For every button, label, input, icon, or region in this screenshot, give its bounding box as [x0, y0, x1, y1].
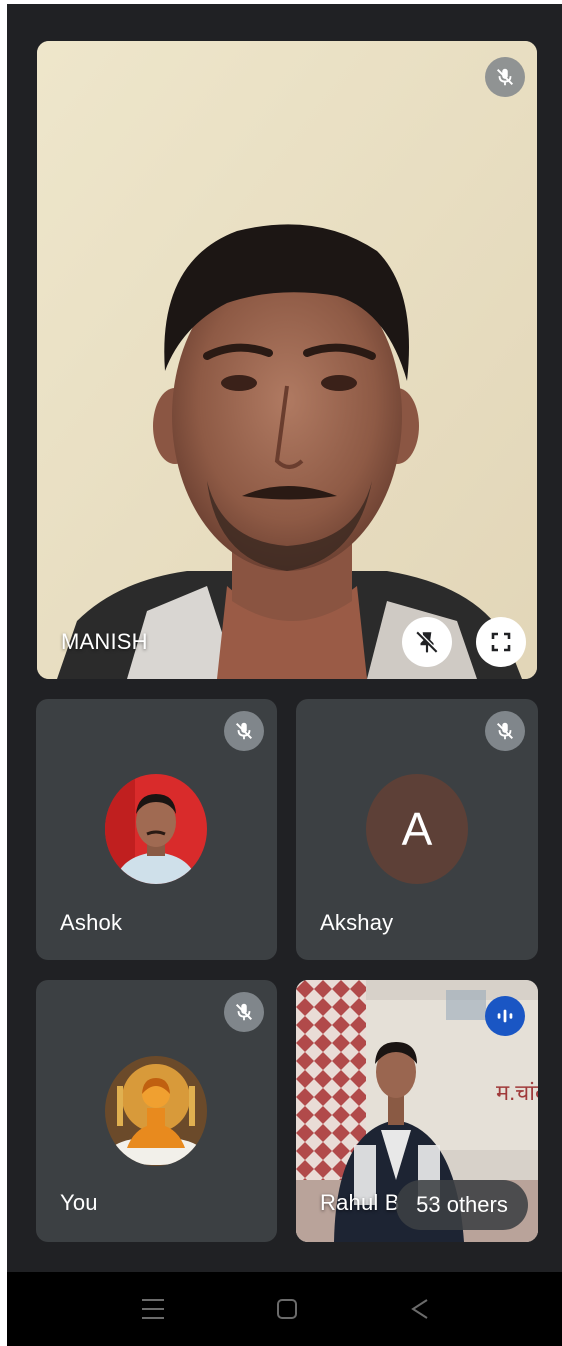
menu-icon [142, 1299, 164, 1319]
participant-tile[interactable]: A Akshay [296, 699, 538, 960]
main-participant-name: MANISH [61, 629, 148, 654]
avatar [105, 774, 207, 884]
mic-off-icon [485, 711, 525, 751]
mic-off-icon [485, 57, 525, 97]
participant-tile[interactable]: म.चांद Rahul B 53 others [296, 980, 538, 1242]
fullscreen-icon [491, 632, 511, 652]
participant-name: Ashok [60, 910, 123, 935]
others-count-label: 53 others [416, 1192, 508, 1217]
participant-tile[interactable]: You [36, 980, 277, 1242]
home-button[interactable] [274, 1296, 300, 1322]
participant-video [37, 41, 537, 679]
recent-apps-button[interactable] [139, 1296, 167, 1322]
back-button[interactable] [407, 1296, 433, 1322]
avatar-initial: A [401, 803, 433, 855]
audio-bars-icon [497, 1009, 513, 1023]
svg-text:म.चांद: म.चांद [496, 1080, 538, 1105]
fullscreen-button[interactable] [476, 617, 526, 667]
avatar: A [366, 774, 468, 884]
participant-name: You [60, 1190, 98, 1215]
phone-screen: MANISH Ashok A Akshay You म.चां Rahul B … [7, 4, 562, 1346]
speaking-indicator [485, 996, 525, 1036]
main-video-tile[interactable]: MANISH [37, 41, 537, 679]
participant-name: Akshay [320, 910, 394, 935]
pin-off-icon [416, 630, 439, 653]
others-chip[interactable]: 53 others [396, 1180, 528, 1230]
home-icon [277, 1299, 297, 1319]
participant-tile[interactable]: Ashok [36, 699, 277, 960]
back-icon [411, 1299, 428, 1319]
unpin-button[interactable] [402, 617, 452, 667]
participant-name: Rahul B [320, 1190, 400, 1215]
mic-off-icon [224, 711, 264, 751]
mic-off-icon [224, 992, 264, 1032]
system-nav-bar [7, 1272, 562, 1346]
avatar [105, 1056, 207, 1166]
